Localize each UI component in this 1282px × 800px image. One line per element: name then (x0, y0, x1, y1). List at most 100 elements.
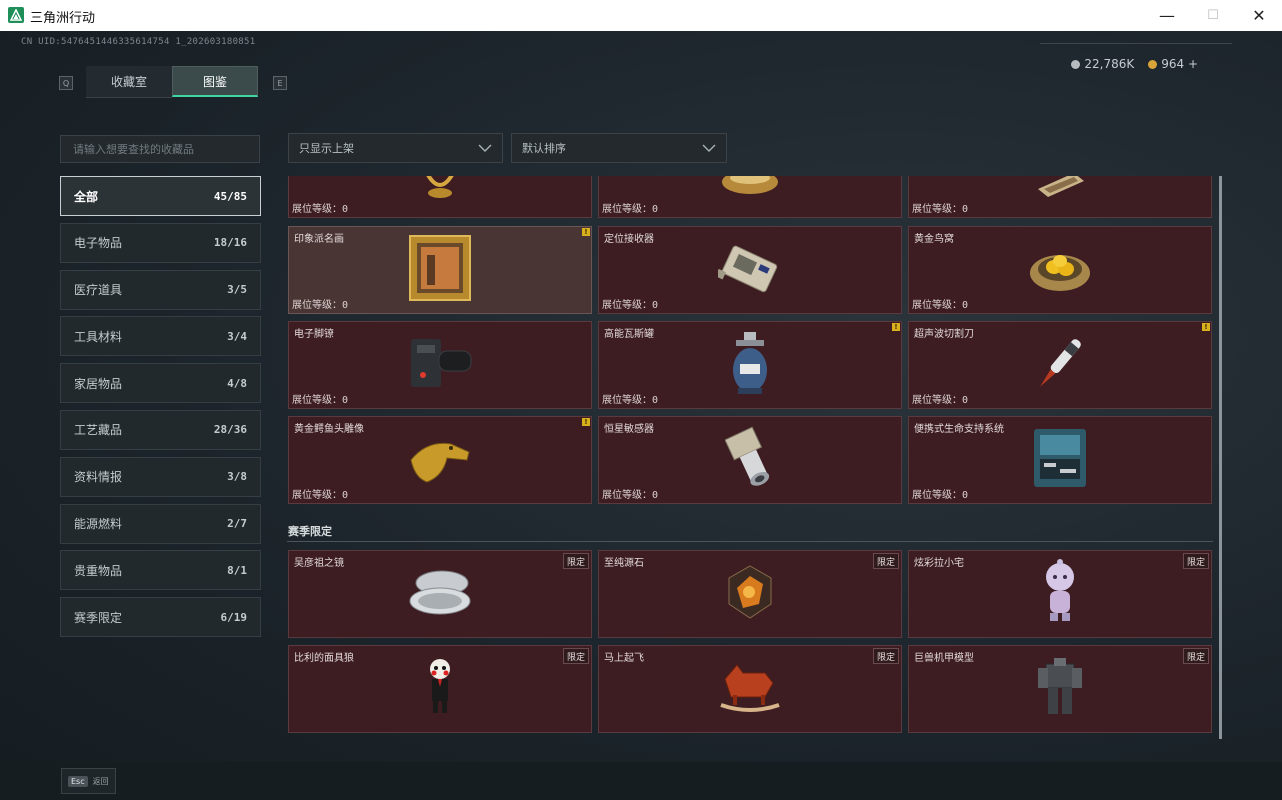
category-list: 全部 45/85 电子物品 18/16 医疗道具 3/5 工具材料 3/4 家居物品 4/… (60, 176, 261, 644)
display-level: 展位等级：0 (292, 300, 349, 311)
item-card[interactable]: 定位接收器 展位等级：0 (598, 226, 902, 314)
category-all[interactable]: 全部 45/85 (60, 176, 261, 216)
display-level: 展位等级：0 (602, 490, 659, 501)
gas-canister-icon (733, 332, 767, 395)
season-item-card[interactable]: 马上起飞 限定 (598, 645, 902, 733)
category-season[interactable]: 赛季限定 6/19 (60, 597, 261, 638)
item-card[interactable]: 超声波切割刀 ! 展位等级：0 (908, 321, 1212, 409)
category-tools[interactable]: 工具材料 3/4 (60, 316, 261, 357)
category-valuables[interactable]: 贵重物品 8/1 (60, 550, 261, 591)
item-card[interactable]: 黄金鸟窝 展位等级：0 (908, 226, 1212, 314)
compact-mirror-icon (409, 570, 471, 615)
map-document-icon (1038, 176, 1084, 198)
season-item-card[interactable]: 炫彩拉小宅 限定 (908, 550, 1212, 638)
display-level: 展位等级：0 (292, 395, 349, 406)
season-item-card[interactable]: 吴彦祖之镜 限定 (288, 550, 592, 638)
tab-catalog[interactable]: 图鉴 (172, 66, 258, 97)
category-medical[interactable]: 医疗道具 3/5 (60, 269, 261, 310)
golden-statue-icon (426, 176, 454, 198)
footer-bar (0, 762, 1282, 800)
tab-collection-room[interactable]: 收藏室 (86, 66, 172, 98)
display-level: 展位等级：0 (602, 204, 659, 215)
alert-badge: ! (582, 418, 590, 426)
golden-crocodile-icon (410, 443, 470, 483)
life-support-icon (1034, 429, 1086, 488)
puppet-icon (430, 659, 450, 714)
app-logo-icon (8, 7, 24, 23)
star-sensor-icon (725, 426, 770, 486)
limited-tag: 限定 (872, 553, 899, 569)
gps-receiver-icon (718, 245, 778, 293)
item-card[interactable]: 黄金鳄鱼头雕像 ! 展位等级：0 (288, 416, 592, 504)
item-card[interactable]: 电子脚镣 展位等级：0 (288, 321, 592, 409)
alert-badge: ! (892, 323, 900, 331)
season-section-divider (287, 541, 1213, 542)
season-item-card[interactable]: 至纯源石 限定 (598, 550, 902, 638)
rocking-horse-icon (720, 664, 780, 713)
display-level: 展位等级：0 (912, 490, 969, 501)
display-level: 展位等级：0 (602, 300, 659, 311)
season-section-title: 赛季限定 (288, 525, 332, 538)
scrollbar-thumb[interactable] (1219, 176, 1222, 739)
key-hint-e: E (273, 76, 287, 90)
header-divider (1040, 43, 1232, 44)
limited-tag: 限定 (872, 648, 899, 664)
item-card[interactable]: 展位等级：0 (908, 176, 1212, 218)
limited-tag: 限定 (562, 648, 589, 664)
user-uid: CN UID:5476451446335614754 1_20260318085… (21, 37, 256, 47)
minimize-button[interactable]: — (1144, 0, 1190, 31)
key-hint-q: Q (59, 76, 73, 90)
chevron-down-icon (702, 144, 716, 152)
display-level: 展位等级：0 (912, 204, 969, 215)
silver-coin-icon (1071, 60, 1081, 69)
back-button[interactable]: Esc 返回 (61, 768, 116, 794)
display-level: 展位等级：0 (292, 490, 349, 501)
category-crafts[interactable]: 工艺藏品 28/36 (60, 409, 261, 450)
limited-tag: 限定 (1182, 553, 1209, 569)
category-intel[interactable]: 资料情报 3/8 (60, 456, 261, 497)
silver-currency: 22,786K (1071, 57, 1134, 71)
back-label: 返回 (92, 776, 109, 786)
alert-badge: ! (582, 228, 590, 236)
category-electronics[interactable]: 电子物品 18/16 (60, 222, 261, 263)
search-input[interactable] (71, 141, 249, 157)
item-card[interactable]: 印象派名画 ! 展位等级：0 (288, 226, 592, 314)
golden-nest-icon (1030, 255, 1090, 292)
esc-key-icon: Esc (68, 775, 88, 787)
ankle-monitor-icon (411, 339, 472, 388)
category-household[interactable]: 家居物品 4/8 (60, 363, 261, 404)
item-card[interactable]: 便携式生命支持系统 展位等级：0 (908, 416, 1212, 504)
category-energy[interactable]: 能源燃料 2/7 (60, 503, 261, 544)
close-button[interactable]: ✕ (1236, 0, 1282, 31)
display-level: 展位等级：0 (912, 395, 969, 406)
display-level: 展位等级：0 (912, 300, 969, 311)
limited-tag: 限定 (562, 553, 589, 569)
season-item-card[interactable]: 巨兽机甲模型 限定 (908, 645, 1212, 733)
figurine-icon (1046, 559, 1074, 622)
ultrasonic-cutter-icon (1040, 339, 1081, 388)
window-title: 三角洲行动 (30, 10, 96, 25)
shelf-filter-value: 只显示上架 (299, 142, 354, 155)
gold-currency[interactable]: 964 + (1148, 57, 1198, 71)
season-item-card[interactable]: 比利的面具狼 限定 (288, 645, 592, 733)
grid-scrollbar[interactable] (1219, 176, 1222, 739)
item-card[interactable]: 展位等级：0 (288, 176, 592, 218)
mech-model-icon (1038, 658, 1082, 715)
item-card[interactable]: 恒星敏感器 展位等级：0 (598, 416, 902, 504)
source-stone-icon (728, 565, 772, 619)
sort-value: 默认排序 (522, 142, 566, 155)
search-box (60, 135, 260, 163)
sort-dropdown[interactable]: 默认排序 (511, 133, 727, 163)
collection-grid: 展位等级：0 展位等级：0 展位等级：0 印象派名画 ! 展位等级：0 定位接收… (287, 176, 1227, 739)
main-tabs: 收藏室 图鉴 (86, 66, 258, 98)
maximize-button[interactable]: ☐ (1190, 0, 1236, 31)
currency-display: 22,786K 964 + (1071, 57, 1198, 71)
window-titlebar: 三角洲行动 — ☐ ✕ (0, 0, 1282, 31)
shelf-filter-dropdown[interactable]: 只显示上架 (288, 133, 503, 163)
gold-urn-icon (722, 176, 778, 194)
game-viewport: CN UID:5476451446335614754 1_20260318085… (0, 31, 1282, 800)
item-card[interactable]: 高能瓦斯罐 ! 展位等级：0 (598, 321, 902, 409)
chevron-down-icon (478, 144, 492, 152)
item-card[interactable]: 展位等级：0 (598, 176, 902, 218)
gold-coin-icon (1148, 60, 1158, 69)
